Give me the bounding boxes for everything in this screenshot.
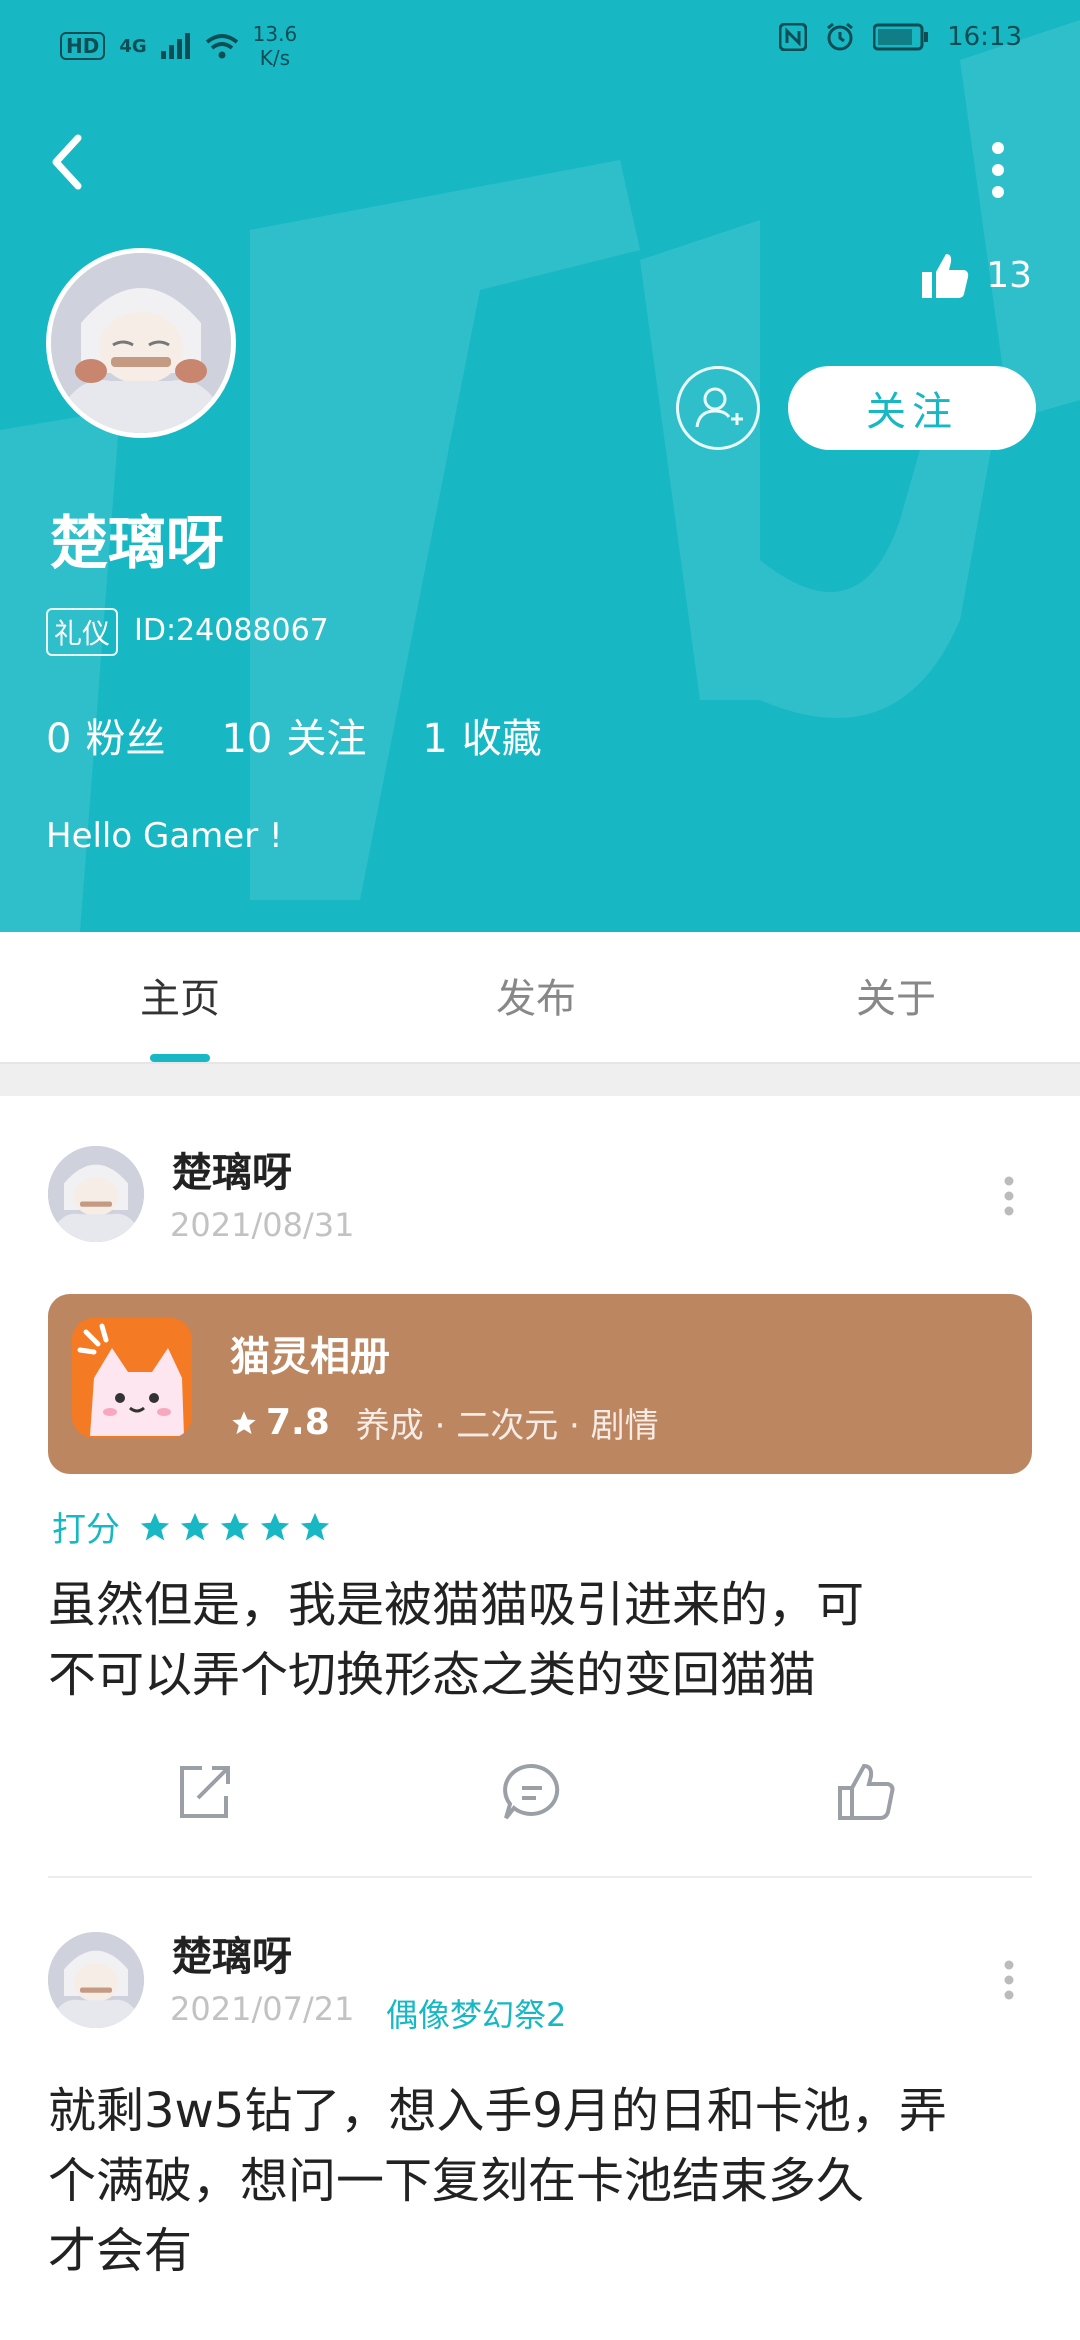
tab-indicator (150, 1054, 210, 1062)
thumbs-up-icon[interactable] (834, 1760, 898, 1824)
post-divider (48, 1876, 1032, 1878)
more-vertical-icon[interactable] (1002, 1176, 1016, 1216)
hd-badge: HD (60, 32, 106, 60)
watermark-logo (0, 20, 1080, 932)
star-icon (180, 1512, 210, 1540)
back-icon[interactable] (44, 130, 92, 194)
tab-posts[interactable]: 发布 (496, 966, 576, 1024)
post-date: 2021/08/31 (170, 1206, 355, 1244)
follow-button[interactable]: 关注 (788, 366, 1036, 450)
stat-fans[interactable]: 0 粉丝 (46, 706, 165, 764)
add-user-icon (695, 387, 743, 428)
thumbs-up-icon (922, 254, 969, 298)
post-actions (0, 1760, 1080, 1840)
profile-bio: Hello Gamer ! (46, 816, 283, 856)
more-vertical-icon[interactable] (984, 140, 1012, 200)
more-vertical-icon[interactable] (1002, 1960, 1016, 2000)
post-author[interactable]: 楚璃呀 (172, 1924, 292, 1982)
post-game-tag[interactable]: 偶像梦幻祭2 (386, 1990, 566, 2036)
stat-favorites[interactable]: 1 收藏 (422, 706, 541, 764)
avatar-illustration (51, 253, 231, 433)
signal-icon (160, 33, 190, 59)
user-id: ID:24088067 (134, 612, 329, 648)
like-counter[interactable]: 13 (920, 250, 1032, 300)
post-avatar[interactable] (48, 1146, 144, 1242)
network-label: 4G (119, 35, 147, 57)
profile-stats: 0 粉丝 10 关注 1 收藏 (46, 706, 542, 764)
game-score: 7.8 (266, 1402, 330, 1443)
post-body[interactable]: 就剩3w5钻了，想入手9月的日和卡池，弄 个满破，想问一下复刻在卡池结束多久 才… (48, 2076, 1038, 2286)
game-icon (72, 1318, 192, 1438)
profile-tabs: 主页 发布 关于 (0, 932, 1080, 1062)
network-speed: 13.6 K/s (252, 22, 298, 70)
post-date: 2021/07/21 (170, 1990, 355, 2028)
avatar-illustration (48, 1146, 144, 1242)
star-icon (232, 1410, 256, 1434)
profile-avatar[interactable] (46, 248, 236, 438)
share-icon[interactable] (172, 1760, 236, 1824)
comment-icon[interactable] (500, 1760, 564, 1824)
status-bar: HD 4G 13.6 K/s 16:13 (0, 0, 1080, 90)
post-author[interactable]: 楚璃呀 (172, 1140, 292, 1198)
section-divider (0, 1062, 1080, 1096)
nfc-icon (779, 23, 808, 51)
add-user-button[interactable] (676, 366, 760, 450)
wifi-icon (205, 34, 238, 59)
battery-icon (873, 23, 929, 51)
rating-row: 打分 (52, 1502, 332, 1551)
rating-label: 打分 (52, 1510, 120, 1550)
stat-following[interactable]: 10 关注 (221, 706, 366, 764)
avatar-illustration (48, 1932, 144, 2028)
post-avatar[interactable] (48, 1932, 144, 2028)
star-icon (300, 1512, 330, 1540)
game-meta: 7.8 养成 · 二次元 · 剧情 (230, 1398, 659, 1447)
tab-about[interactable]: 关于 (856, 966, 936, 1024)
tab-home[interactable]: 主页 (140, 966, 220, 1024)
post-body[interactable]: 虽然但是，我是被猫猫吸引进来的，可 不可以弄个切换形态之类的变回猫猫 (48, 1570, 1038, 1710)
profile-name: 楚璃呀 (50, 509, 225, 577)
clock: 16:13 (947, 22, 1022, 52)
game-card[interactable]: 猫灵相册 7.8 养成 · 二次元 · 剧情 (48, 1294, 1032, 1474)
star-icon (260, 1512, 290, 1540)
game-tags: 养成 · 二次元 · 剧情 (355, 1406, 659, 1446)
star-icon (140, 1512, 170, 1540)
game-title: 猫灵相册 (230, 1334, 390, 1380)
star-icon (220, 1512, 250, 1540)
alarm-icon (827, 22, 853, 51)
etiquette-badge[interactable]: 礼仪 (46, 608, 119, 656)
like-count: 13 (986, 254, 1032, 296)
profile-header: HD 4G 13.6 K/s 16:13 13 关注 楚璃呀 礼仪 ID:240… (0, 0, 1080, 932)
